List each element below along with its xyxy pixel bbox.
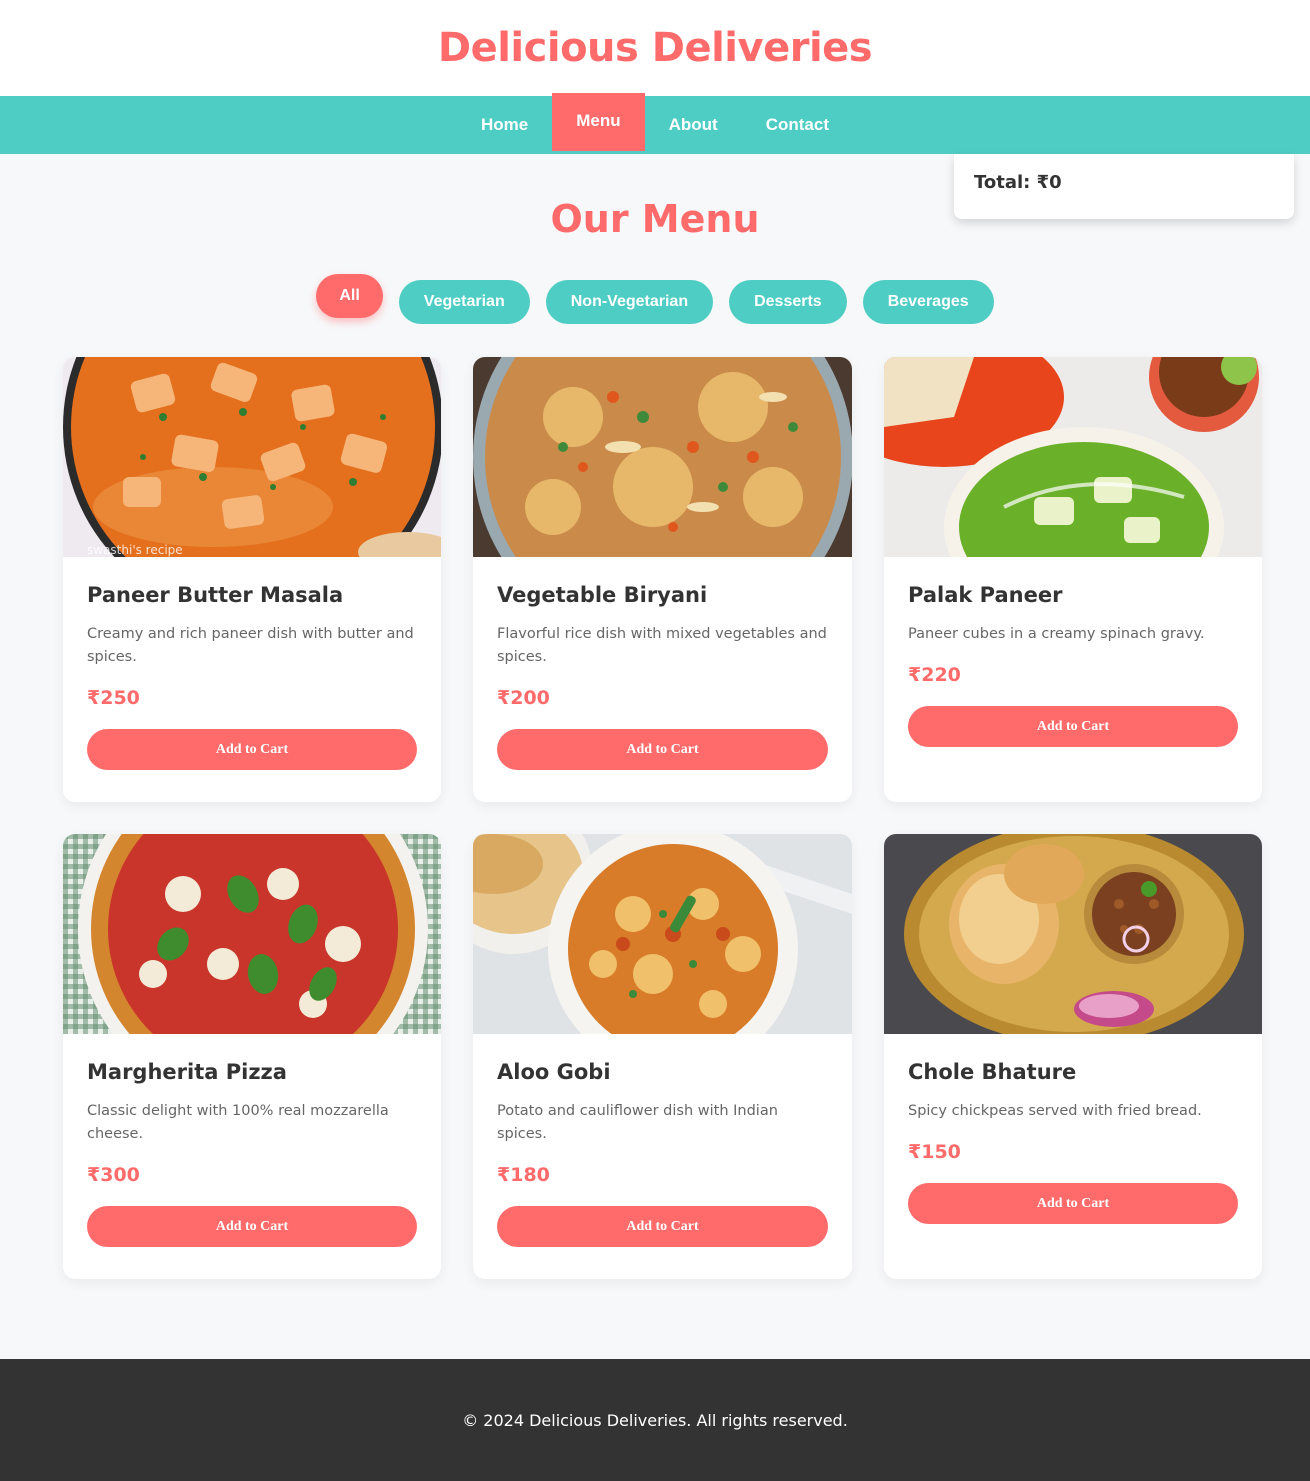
dish-price: ₹180 <box>497 1164 550 1186</box>
dish-price: ₹300 <box>87 1164 140 1186</box>
add-to-cart-button[interactable]: Add to Cart <box>497 729 828 770</box>
menu-card: Chole Bhature Spicy chickpeas served wit… <box>884 834 1262 1279</box>
menu-card: swasthi's recipe Paneer Butter Masala Cr… <box>63 357 441 802</box>
add-to-cart-button[interactable]: Add to Cart <box>908 1183 1238 1224</box>
palak-paneer-image <box>884 357 1262 557</box>
aloo-gobi-image <box>473 834 852 1034</box>
dish-name: Chole Bhature <box>908 1060 1077 1084</box>
dish-name: Margherita Pizza <box>87 1060 287 1084</box>
menu-card: Palak Paneer Paneer cubes in a creamy sp… <box>884 357 1262 802</box>
filter-beverages-button[interactable]: Beverages <box>862 280 994 324</box>
margherita-pizza-image <box>63 834 441 1034</box>
dish-description: Classic delight with 100% real mozzarell… <box>87 1103 389 1142</box>
add-to-cart-button[interactable]: Add to Cart <box>497 1206 828 1247</box>
dish-name: Vegetable Biryani <box>497 583 708 607</box>
menu-grid: swasthi's recipe Paneer Butter Masala Cr… <box>63 357 1262 1279</box>
menu-card: Margherita Pizza Classic delight with 10… <box>63 834 441 1279</box>
site-title: Delicious Deliveries <box>437 25 873 71</box>
filter-non-vegetarian-button[interactable]: Non-Vegetarian <box>545 280 714 324</box>
dish-price: ₹250 <box>87 687 140 709</box>
dish-price: ₹200 <box>497 687 550 709</box>
dish-description: Flavorful rice dish with mixed vegetable… <box>497 626 827 665</box>
image-caption: swasthi's recipe <box>87 543 183 557</box>
dish-name: Paneer Butter Masala <box>87 583 344 607</box>
copyright-text: © 2024 Delicious Deliveries. All rights … <box>462 1410 848 1430</box>
filter-bar: All Vegetarian Non-Vegetarian Desserts B… <box>0 274 1310 324</box>
site-header: Delicious Deliveries <box>0 0 1310 96</box>
nav-contact[interactable]: Contact <box>742 96 853 154</box>
add-to-cart-button[interactable]: Add to Cart <box>87 729 417 770</box>
dish-name: Palak Paneer <box>908 583 1063 607</box>
dish-description: Potato and cauliflower dish with Indian … <box>497 1103 778 1142</box>
paneer-butter-masala-image: swasthi's recipe <box>63 357 441 557</box>
dish-name: Aloo Gobi <box>497 1060 611 1084</box>
add-to-cart-button[interactable]: Add to Cart <box>908 706 1238 747</box>
dish-description: Paneer cubes in a creamy spinach gravy. <box>908 626 1205 642</box>
cart-total: Total: ₹0 <box>974 172 1062 193</box>
nav-home[interactable]: Home <box>457 96 552 154</box>
site-footer: © 2024 Delicious Deliveries. All rights … <box>0 1359 1310 1481</box>
cart-summary: Total: ₹0 <box>954 154 1294 219</box>
menu-card: Aloo Gobi Potato and cauliflower dish wi… <box>473 834 852 1279</box>
nav-about[interactable]: About <box>645 96 742 154</box>
filter-desserts-button[interactable]: Desserts <box>729 280 847 324</box>
chole-bhature-image <box>884 834 1262 1034</box>
main-nav: Home Menu About Contact <box>0 93 1310 154</box>
dish-price: ₹220 <box>908 664 961 686</box>
menu-card: Vegetable Biryani Flavorful rice dish wi… <box>473 357 852 802</box>
dish-description: Spicy chickpeas served with fried bread. <box>908 1103 1202 1119</box>
filter-all-button[interactable]: All <box>316 274 383 318</box>
dish-description: Creamy and rich paneer dish with butter … <box>87 626 414 665</box>
nav-menu[interactable]: Menu <box>552 93 645 151</box>
vegetable-biryani-image <box>473 357 852 557</box>
add-to-cart-button[interactable]: Add to Cart <box>87 1206 417 1247</box>
dish-price: ₹150 <box>908 1141 961 1163</box>
filter-vegetarian-button[interactable]: Vegetarian <box>398 280 530 324</box>
